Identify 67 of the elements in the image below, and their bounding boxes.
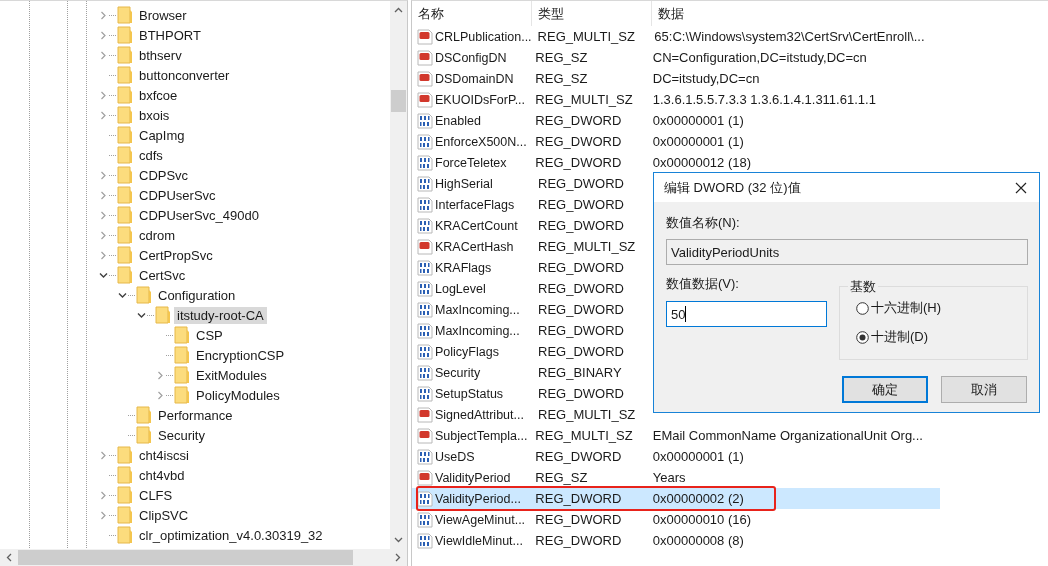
value-type: REG_DWORD bbox=[534, 155, 623, 170]
dialog-title: 编辑 DWORD (32 位)值 bbox=[664, 178, 801, 197]
value-data: CN=Configuration,DC=itstudy,DC=cn bbox=[651, 50, 868, 65]
value-type: REG_DWORD bbox=[534, 113, 623, 128]
group-title: 基数 bbox=[848, 278, 878, 296]
value-name: ViewIdleMinut... bbox=[435, 533, 523, 548]
value-name: KRAFlags bbox=[435, 260, 492, 275]
value-name: KRACertCount bbox=[435, 218, 518, 233]
value-name: ValidityPeriod... bbox=[435, 491, 521, 506]
value-data: 0x00000010 (16) bbox=[651, 512, 753, 527]
value-data: 0x00000008 (8) bbox=[651, 533, 745, 548]
value-data: DC=itstudy,DC=cn bbox=[651, 71, 761, 86]
value-type: REG_DWORD bbox=[534, 533, 623, 548]
value-type: REG_MULTI_SZ bbox=[537, 407, 637, 422]
value-type: REG_SZ bbox=[534, 470, 589, 485]
value-type: REG_BINARY bbox=[537, 365, 623, 380]
value-type: REG_DWORD bbox=[534, 449, 623, 464]
value-type: REG_DWORD bbox=[537, 344, 625, 359]
value-name: ForceTeletex bbox=[435, 155, 507, 170]
value-name: DSDomainDN bbox=[435, 71, 514, 86]
field-label: 数值数据(V): bbox=[666, 275, 740, 293]
value-type: REG_DWORD bbox=[537, 218, 625, 233]
value-name: Enabled bbox=[435, 113, 481, 128]
value-name: EnforceX500N... bbox=[435, 134, 527, 149]
value-name: ValidityPeriod bbox=[435, 470, 511, 485]
value-data: 65:C:\Windows\system32\CertSrv\CertEnroll\... bbox=[653, 29, 926, 44]
value-name: LogLevel bbox=[435, 281, 486, 296]
value-name: SetupStatus bbox=[435, 386, 504, 401]
value-type: REG_MULTI_SZ bbox=[536, 29, 636, 44]
value-name: ViewAgeMinut... bbox=[435, 512, 526, 527]
value-data: 0x00000002 (2) bbox=[651, 491, 745, 506]
value-type: REG_DWORD bbox=[537, 176, 625, 191]
value-name: MaxIncoming... bbox=[435, 302, 520, 317]
value-name: Security bbox=[435, 365, 481, 380]
value-type: REG_DWORD bbox=[534, 134, 623, 149]
value-name: UseDS bbox=[435, 449, 475, 464]
value-name: SubjectTempla... bbox=[435, 428, 528, 443]
value-name: MaxIncoming... bbox=[435, 323, 520, 338]
value-type: REG_DWORD bbox=[537, 302, 625, 317]
value-name: DSConfigDN bbox=[435, 50, 507, 65]
value-type: REG_DWORD bbox=[537, 323, 625, 338]
value-type: REG_MULTI_SZ bbox=[537, 239, 637, 254]
value-type: REG_DWORD bbox=[537, 260, 625, 275]
value-data: 0x00000001 (1) bbox=[651, 134, 745, 149]
value-name: KRACertHash bbox=[435, 239, 514, 254]
value-type: REG_DWORD bbox=[537, 197, 625, 212]
value-type: REG_DWORD bbox=[534, 491, 623, 506]
value-data: Years bbox=[651, 470, 687, 485]
value-data: 0x00000001 (1) bbox=[651, 449, 745, 464]
field-label: 数值名称(N): bbox=[666, 214, 741, 232]
value-data: 1.3.6.1.5.5.7.3.3 1.3.6.1.4.1.311.61.1.1 bbox=[651, 92, 877, 107]
value-name: CRLPublication... bbox=[435, 29, 532, 44]
value-type: REG_DWORD bbox=[534, 512, 623, 527]
value-type: REG_MULTI_SZ bbox=[534, 92, 634, 107]
value-type: REG_SZ bbox=[534, 71, 589, 86]
value-name: InterfaceFlags bbox=[435, 197, 515, 212]
value-type: REG_DWORD bbox=[537, 281, 625, 296]
value-name: EKUOIDsForP... bbox=[435, 92, 526, 107]
value-name: PolicyFlags bbox=[435, 344, 499, 359]
value-type: REG_MULTI_SZ bbox=[534, 428, 634, 443]
value-data: 0x00000001 (1) bbox=[651, 113, 745, 128]
value-name: SignedAttribut... bbox=[435, 407, 524, 422]
value-data: EMail CommonName OrganizationalUnit Org... bbox=[651, 428, 924, 443]
value-data: 0x00000012 (18) bbox=[651, 155, 753, 170]
value-type: REG_DWORD bbox=[537, 386, 625, 401]
value-type: REG_SZ bbox=[534, 50, 589, 65]
value-name: HighSerial bbox=[435, 176, 493, 191]
